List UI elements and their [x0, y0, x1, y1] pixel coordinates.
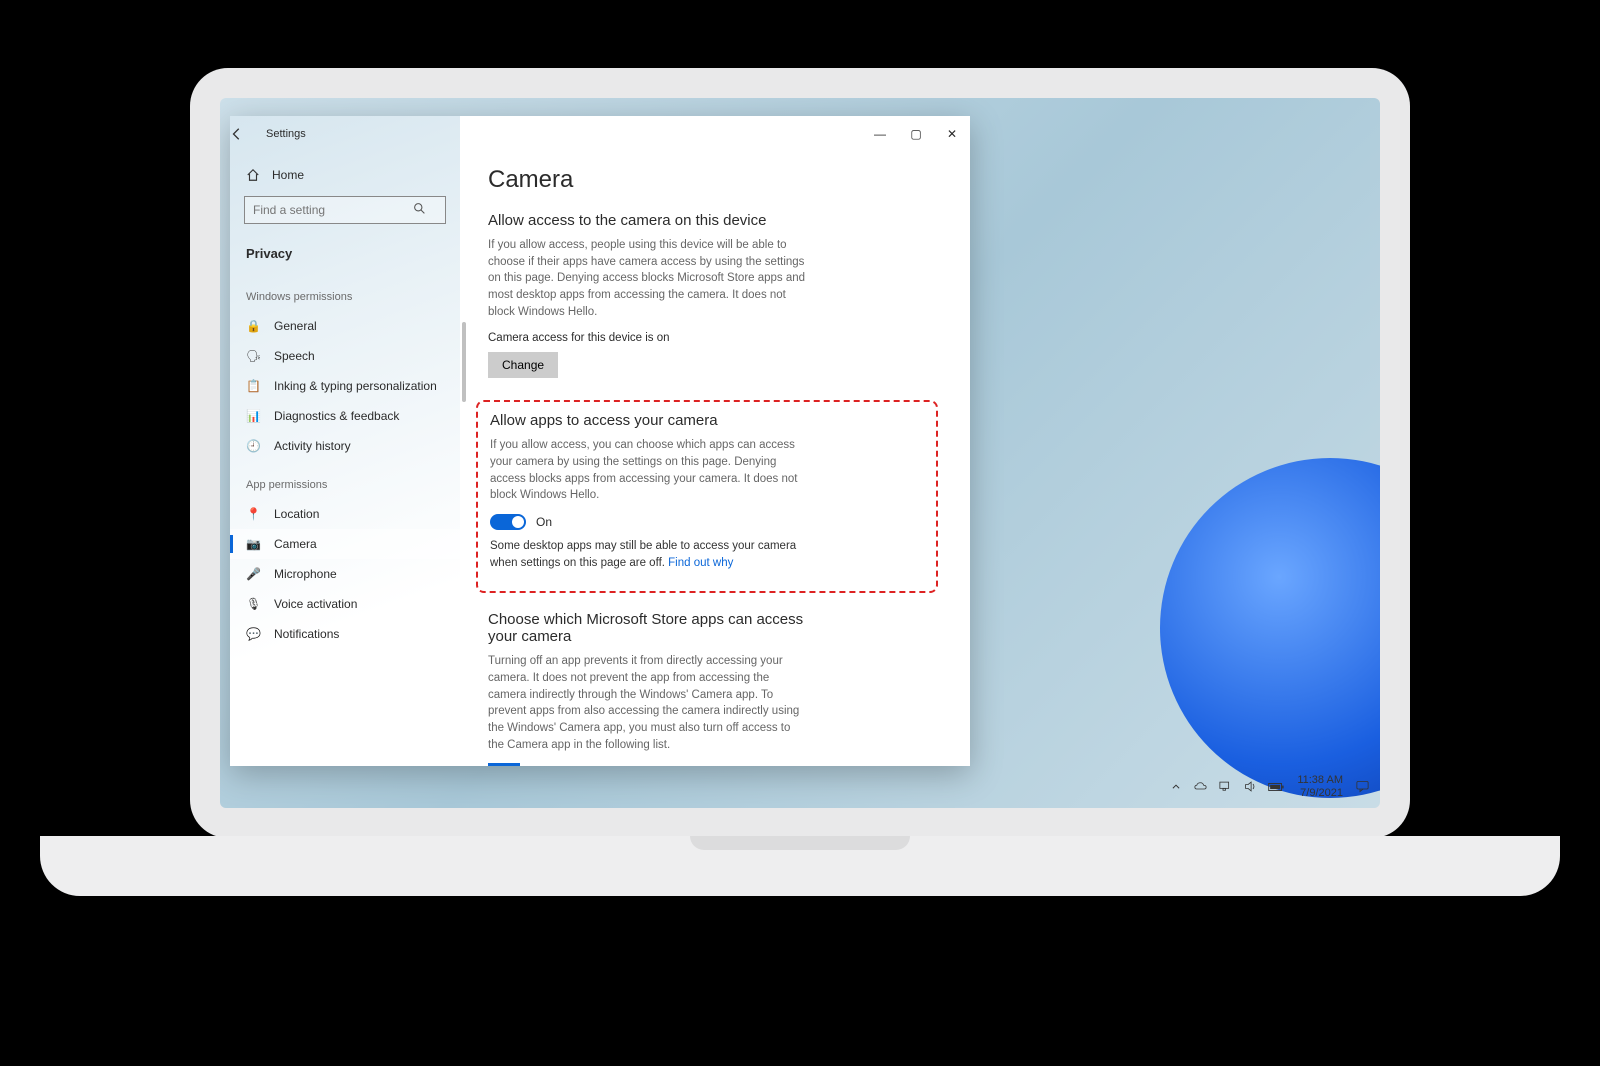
onedrive-icon[interactable] — [1193, 779, 1208, 794]
back-button[interactable] — [230, 127, 266, 141]
highlighted-section: Allow apps to access your camera If you … — [476, 400, 938, 593]
notifications-icon: 💬 — [246, 627, 260, 641]
speech-icon: 🗣 — [246, 349, 260, 363]
tray-overflow-icon[interactable] — [1171, 782, 1181, 792]
sidebar-item-label: Notifications — [274, 627, 339, 641]
sidebar-item-camera[interactable]: 📷 Camera — [230, 529, 460, 559]
history-icon: 🕘 — [246, 439, 260, 453]
desktop-screen: Settings — ▢ ✕ Home — [220, 98, 1380, 808]
lock-icon: 🔒 — [246, 319, 260, 333]
change-button[interactable]: Change — [488, 352, 558, 378]
section-description: Turning off an app prevents it from dire… — [488, 653, 808, 753]
section-title: Allow access to the camera on this devic… — [488, 212, 942, 229]
section-device-access: Allow access to the camera on this devic… — [488, 212, 942, 378]
desktop-apps-note: Some desktop apps may still be able to a… — [490, 538, 810, 571]
home-link[interactable]: Home — [230, 162, 460, 196]
location-icon: 📍 — [246, 507, 260, 521]
section-title: Choose which Microsoft Store apps can ac… — [488, 611, 828, 645]
toggle-state-label: On — [536, 515, 552, 529]
sidebar-item-label: Location — [274, 507, 319, 521]
find-out-why-link[interactable]: Find out why — [668, 557, 733, 569]
sidebar-item-activity-history[interactable]: 🕘 Activity history — [230, 431, 460, 461]
current-section-label: Privacy — [230, 236, 460, 273]
clock[interactable]: 11:38 AM 7/9/2021 — [1297, 774, 1343, 800]
apps-access-toggle[interactable] — [490, 514, 526, 530]
laptop-base — [40, 836, 1560, 896]
home-label: Home — [272, 168, 304, 182]
sidebar-item-label: Speech — [274, 349, 315, 363]
sidebar-item-label: Inking & typing personalization — [274, 379, 437, 393]
sidebar-item-label: Activity history — [274, 439, 351, 453]
settings-window: Settings — ▢ ✕ Home — [230, 116, 970, 766]
sidebar-item-label: General — [274, 319, 317, 333]
sidebar-item-inking[interactable]: 📋 Inking & typing personalization — [230, 371, 460, 401]
sidebar-item-general[interactable]: 🔒 General — [230, 311, 460, 341]
sidebar-item-location[interactable]: 📍 Location — [230, 499, 460, 529]
laptop-frame: Settings — ▢ ✕ Home — [190, 68, 1410, 838]
section-description: If you allow access, people using this d… — [488, 237, 808, 320]
date-label: 7/9/2021 — [1297, 787, 1343, 800]
window-title: Settings — [266, 128, 306, 140]
home-icon — [246, 168, 260, 182]
section-choose-apps: Choose which Microsoft Store apps can ac… — [488, 611, 942, 766]
clipboard-icon: 📋 — [246, 379, 260, 393]
search-icon — [413, 202, 426, 215]
device-access-status: Camera access for this device is on — [488, 332, 942, 344]
wallpaper-decoration — [1160, 458, 1380, 798]
sidebar-item-microphone[interactable]: 🎤 Microphone — [230, 559, 460, 589]
sidebar-item-voice-activation[interactable]: 🎙 Voice activation — [230, 589, 460, 619]
time-label: 11:38 AM — [1297, 774, 1343, 787]
sidebar-item-speech[interactable]: 🗣 Speech — [230, 341, 460, 371]
scrollbar[interactable] — [462, 322, 466, 402]
feedback-icon: 📊 — [246, 409, 260, 423]
sidebar-item-label: Voice activation — [274, 597, 357, 611]
app-tile-icon — [488, 763, 520, 766]
system-tray: 11:38 AM 7/9/2021 — [1171, 774, 1370, 800]
section-title: Allow apps to access your camera — [490, 412, 924, 429]
sidebar-item-diagnostics[interactable]: 📊 Diagnostics & feedback — [230, 401, 460, 431]
main-content: Camera Allow access to the camera on thi… — [460, 116, 970, 766]
sidebar-item-label: Microphone — [274, 567, 337, 581]
sidebar-item-label: Camera — [274, 537, 317, 551]
laptop-notch — [690, 836, 910, 850]
volume-icon[interactable] — [1243, 779, 1258, 794]
group-app-permissions: App permissions — [230, 461, 460, 499]
action-center-icon[interactable] — [1355, 779, 1370, 794]
section-description: If you allow access, you can choose whic… — [490, 437, 810, 504]
app-row-3d-viewer: 3D Viewer On — [488, 763, 942, 766]
sidebar-item-notifications[interactable]: 💬 Notifications — [230, 619, 460, 649]
camera-icon: 📷 — [246, 537, 260, 551]
microphone-icon: 🎤 — [246, 567, 260, 581]
voice-icon: 🎙 — [246, 597, 260, 611]
sidebar-item-label: Diagnostics & feedback — [274, 409, 399, 423]
page-title: Camera — [488, 166, 942, 194]
network-icon[interactable] — [1218, 779, 1233, 794]
group-windows-permissions: Windows permissions — [230, 273, 460, 311]
battery-icon[interactable] — [1268, 781, 1285, 793]
sidebar: Home Privacy Windows permissions 🔒 Gener… — [230, 116, 460, 766]
